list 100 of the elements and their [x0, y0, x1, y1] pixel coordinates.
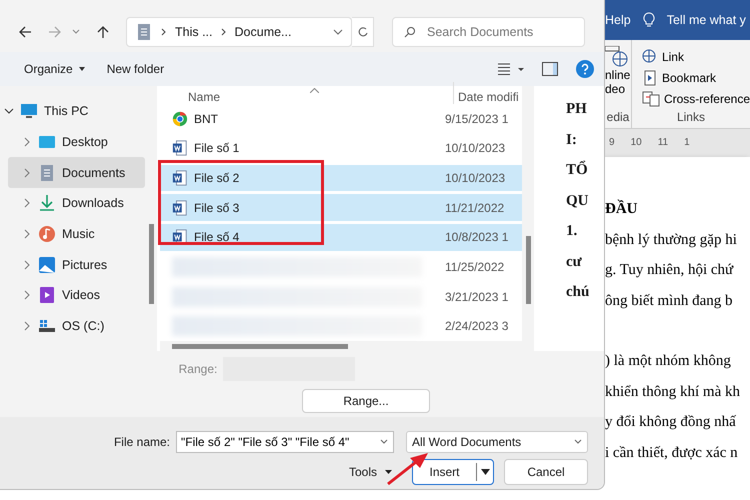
chevron-down-icon	[380, 439, 388, 445]
ribbon-button[interactable]: Link	[642, 46, 750, 67]
file-row[interactable]: 3/21/2023 1	[160, 283, 522, 310]
search-icon	[404, 26, 416, 38]
chevron-right-icon[interactable]	[22, 321, 32, 332]
file-row[interactable]: BNT 9/15/2023 1	[160, 106, 522, 132]
pointer-arrow-drawing	[386, 450, 430, 486]
chevron-right-icon	[220, 28, 227, 36]
column-header[interactable]: Name	[160, 90, 453, 104]
bookmark-page-icon	[642, 70, 658, 86]
document-text: i cần thiết, được xác n	[605, 444, 739, 462]
document-icon	[135, 23, 153, 41]
preview-text: cư	[566, 252, 583, 272]
column-header[interactable]: Date modifi	[453, 82, 519, 104]
round-logo-icon	[172, 110, 188, 127]
chevron-right-icon[interactable]	[22, 290, 32, 300]
file-name-label: File name:	[114, 435, 170, 449]
insert-button[interactable]: Insert	[412, 459, 494, 485]
file-name: File số 1	[194, 141, 240, 156]
sidebar-item[interactable]: Pictures	[8, 249, 145, 280]
help-icon[interactable]	[576, 60, 594, 78]
sidebar-item[interactable]: This PC	[0, 96, 145, 127]
file-row[interactable]: File số 4 10/8/2023 1	[160, 224, 522, 251]
scrollbar-thumb[interactable]	[526, 236, 530, 304]
preview-text: TỔ	[566, 161, 589, 180]
online-video-label[interactable]: deo	[605, 82, 626, 96]
date-cell: 9/15/2023 1	[445, 112, 508, 126]
help-tab[interactable]: Help	[605, 13, 631, 27]
path-segment[interactable]: Docume...	[234, 25, 292, 39]
preview-text: PH	[566, 100, 588, 119]
globe-film-icon[interactable]	[605, 46, 629, 68]
download-arrow-icon	[38, 194, 56, 212]
lightbulb-icon	[642, 12, 655, 28]
file-row[interactable]: File số 1 10/10/2023	[160, 135, 522, 162]
chevron-right-icon[interactable]	[22, 198, 32, 208]
refresh-button[interactable]	[352, 17, 374, 47]
preview-pane-icon[interactable]	[542, 62, 558, 76]
up-arrow-icon[interactable]	[96, 25, 110, 39]
document-heading: ĐẦU	[605, 201, 638, 219]
ribbon-button[interactable]: Cross-reference	[642, 88, 750, 109]
word-document-icon	[172, 140, 188, 156]
document-icon	[38, 164, 56, 182]
music-note-icon	[38, 225, 56, 244]
view-options-icon[interactable]	[498, 63, 524, 75]
preview-text: chú	[566, 283, 590, 302]
sidebar-item[interactable]: Music	[8, 218, 145, 250]
tell-me-search[interactable]: Tell me what y	[666, 13, 746, 27]
search-field[interactable]: Search Documents	[392, 17, 585, 47]
range-button[interactable]: Range...	[302, 389, 430, 413]
document-text: g. Tuy nhiên, hội chứ	[605, 262, 734, 280]
date-cell: 10/10/2023	[445, 141, 506, 156]
scrollbar-thumb[interactable]	[148, 224, 154, 304]
chevron-down-icon[interactable]	[333, 27, 343, 37]
new-folder-button[interactable]: New folder	[106, 62, 164, 76]
caret-icon	[385, 470, 392, 474]
chevron-right-icon[interactable]	[22, 260, 32, 270]
chevron-right-icon[interactable]	[22, 137, 32, 148]
globe-link-icon	[642, 48, 658, 64]
scrollbar-thumb[interactable]	[172, 344, 348, 349]
file-row[interactable]: 2/24/2023 3	[160, 312, 522, 340]
file-type-dropdown[interactable]: All Word Documents	[406, 431, 588, 453]
address-bar[interactable]: This ... Docume...	[126, 17, 352, 47]
chevron-down-icon[interactable]	[4, 106, 14, 116]
date-cell: 11/25/2022	[445, 260, 504, 274]
file-row[interactable]: File số 3 11/21/2022	[160, 194, 522, 222]
chevron-right-icon[interactable]	[22, 229, 32, 240]
sort-caret-icon	[310, 88, 319, 93]
preview-text: I:	[566, 130, 578, 150]
file-name-field[interactable]: "File số 2" "File số 3" "File số 4"	[176, 431, 394, 453]
ribbon-button[interactable]: Bookmark	[642, 67, 750, 88]
file-row[interactable]: 11/25/2022	[160, 254, 522, 280]
sidebar-item[interactable]: Desktop	[8, 126, 145, 158]
cross-reference-icon	[642, 90, 660, 106]
caret-icon	[78, 67, 85, 71]
sidebar-item[interactable]: Videos	[8, 280, 145, 311]
organize-menu[interactable]: Organize	[24, 62, 85, 76]
forward-arrow-icon[interactable]	[48, 25, 62, 39]
caret-icon	[480, 469, 490, 475]
preview-text: 1.	[566, 222, 578, 241]
sidebar-item[interactable]: Documents	[8, 157, 145, 188]
date-cell: 10/10/2023	[445, 171, 506, 186]
document-text: y đổi không đồng nhấ	[605, 414, 737, 432]
document-text: khiển thông khí mà kh	[605, 384, 741, 402]
back-arrow-icon[interactable]	[18, 25, 32, 39]
file-row[interactable]: File số 2 10/10/2023	[160, 164, 522, 192]
file-name: File số 2	[194, 171, 240, 186]
picture-icon	[38, 256, 56, 274]
file-name: File số 4	[194, 230, 240, 244]
cancel-button[interactable]: Cancel	[504, 459, 588, 485]
group-label: Links	[676, 110, 706, 124]
tools-menu[interactable]: Tools	[342, 459, 398, 485]
sidebar-item[interactable]: OS (C:)	[8, 310, 145, 342]
path-segment[interactable]: This ...	[175, 25, 213, 39]
online-video-label[interactable]: nline	[605, 68, 630, 82]
refresh-icon	[358, 26, 368, 38]
chevron-right-icon[interactable]	[22, 168, 32, 178]
group-label: edia	[606, 110, 630, 124]
sidebar-item[interactable]: Downloads	[8, 188, 145, 219]
date-cell: 3/21/2023 1	[445, 290, 508, 304]
document-text: bệnh lý thường gặp hi	[605, 232, 738, 250]
